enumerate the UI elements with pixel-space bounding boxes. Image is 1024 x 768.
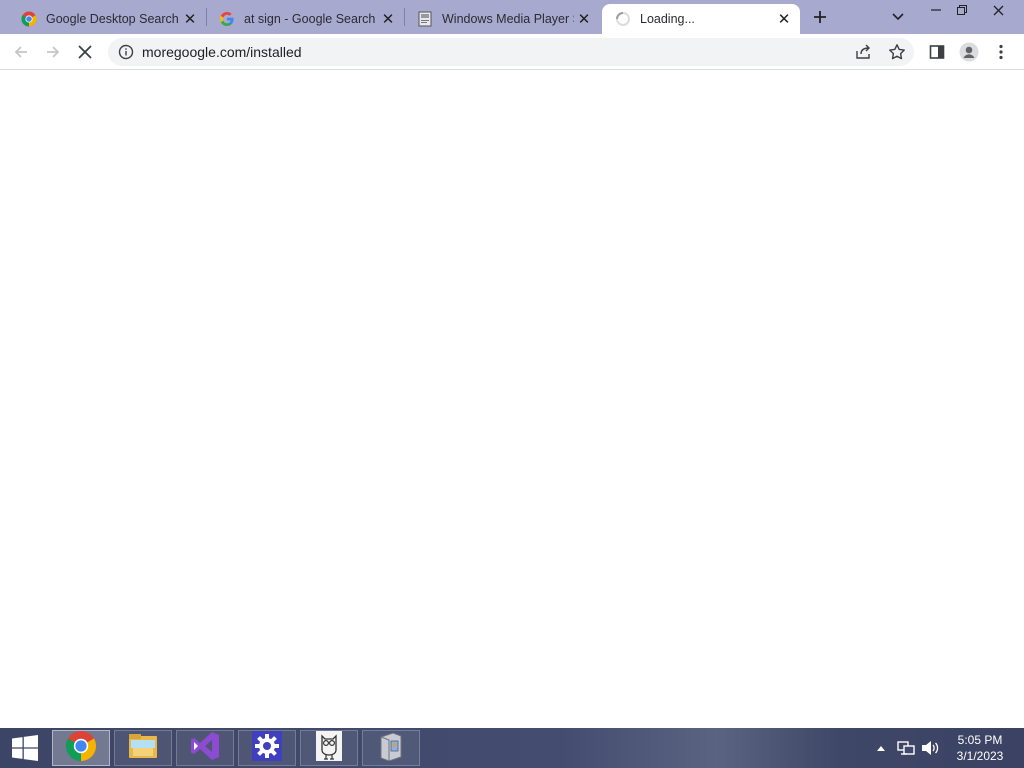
browser-toolbar: moregoogle.com/installed [0, 34, 1024, 70]
tab-title: Google Desktop Search F [46, 12, 180, 26]
chevron-down-icon[interactable] [886, 6, 910, 28]
side-panel-icon[interactable] [924, 39, 950, 65]
taskbar-visual-studio[interactable] [176, 730, 234, 766]
forward-arrow-icon[interactable] [40, 39, 66, 65]
taskbar-package-app[interactable] [362, 730, 420, 766]
close-icon[interactable] [986, 0, 1010, 20]
chrome-icon [65, 730, 97, 767]
page-thumbnail-icon [416, 10, 434, 28]
profile-icon[interactable] [956, 39, 982, 65]
chrome-icon [20, 10, 38, 28]
tab-windows-media-player[interactable]: Windows Media Player S ✕ [404, 4, 600, 34]
kebab-menu-icon[interactable] [988, 39, 1014, 65]
taskbar-file-explorer[interactable] [114, 730, 172, 766]
tab-close-icon[interactable]: ✕ [180, 9, 200, 29]
star-icon[interactable] [888, 43, 906, 66]
tab-close-icon[interactable]: ✕ [574, 9, 594, 29]
package-app-icon [377, 731, 405, 766]
taskbar-chrome[interactable] [52, 730, 110, 766]
tab-google-desktop-search[interactable]: Google Desktop Search F ✕ [8, 4, 206, 34]
info-icon[interactable] [118, 44, 134, 60]
settings-gear-icon [252, 730, 282, 766]
taskbar: 5:05 PM 3/1/2023 [0, 728, 1024, 768]
stop-loading-icon[interactable] [72, 39, 98, 65]
tab-title: at sign - Google Search [244, 12, 376, 26]
google-g-icon [218, 10, 236, 28]
taskbar-settings[interactable] [238, 730, 296, 766]
windows-logo-icon[interactable] [0, 728, 50, 768]
address-bar[interactable]: moregoogle.com/installed [108, 38, 914, 66]
clock-date: 3/1/2023 [956, 749, 1004, 763]
tab-close-icon[interactable]: ✕ [378, 9, 398, 29]
file-explorer-icon [127, 732, 159, 765]
tab-at-sign-google-search[interactable]: at sign - Google Search ✕ [206, 4, 404, 34]
tab-loading[interactable]: Loading... ✕ [602, 4, 800, 34]
share-icon[interactable] [854, 43, 872, 66]
clock-time: 5:05 PM [957, 733, 1003, 747]
system-clock[interactable]: 5:05 PM 3/1/2023 [944, 732, 1016, 764]
visual-studio-icon [189, 730, 221, 767]
taskbar-owl-app[interactable] [300, 730, 358, 766]
url-text[interactable]: moregoogle.com/installed [142, 44, 302, 60]
screen: Google Desktop Search F ✕ at sign - Goog… [0, 0, 1024, 768]
volume-icon[interactable] [920, 728, 940, 768]
tab-title: Loading... [640, 12, 695, 26]
plus-icon[interactable] [808, 6, 832, 28]
back-arrow-icon[interactable] [8, 39, 34, 65]
tab-title: Windows Media Player S [442, 12, 574, 26]
tab-strip: Google Desktop Search F ✕ at sign - Goog… [0, 0, 1024, 34]
tab-close-icon[interactable]: ✕ [774, 9, 794, 29]
loading-spinner-icon [614, 10, 632, 28]
page-content [0, 71, 1024, 728]
minimize-icon[interactable] [924, 0, 948, 20]
show-hidden-icons-arrow[interactable] [874, 728, 888, 768]
network-icon[interactable] [896, 728, 916, 768]
restore-icon[interactable] [950, 0, 974, 20]
owl-app-icon [314, 730, 344, 767]
